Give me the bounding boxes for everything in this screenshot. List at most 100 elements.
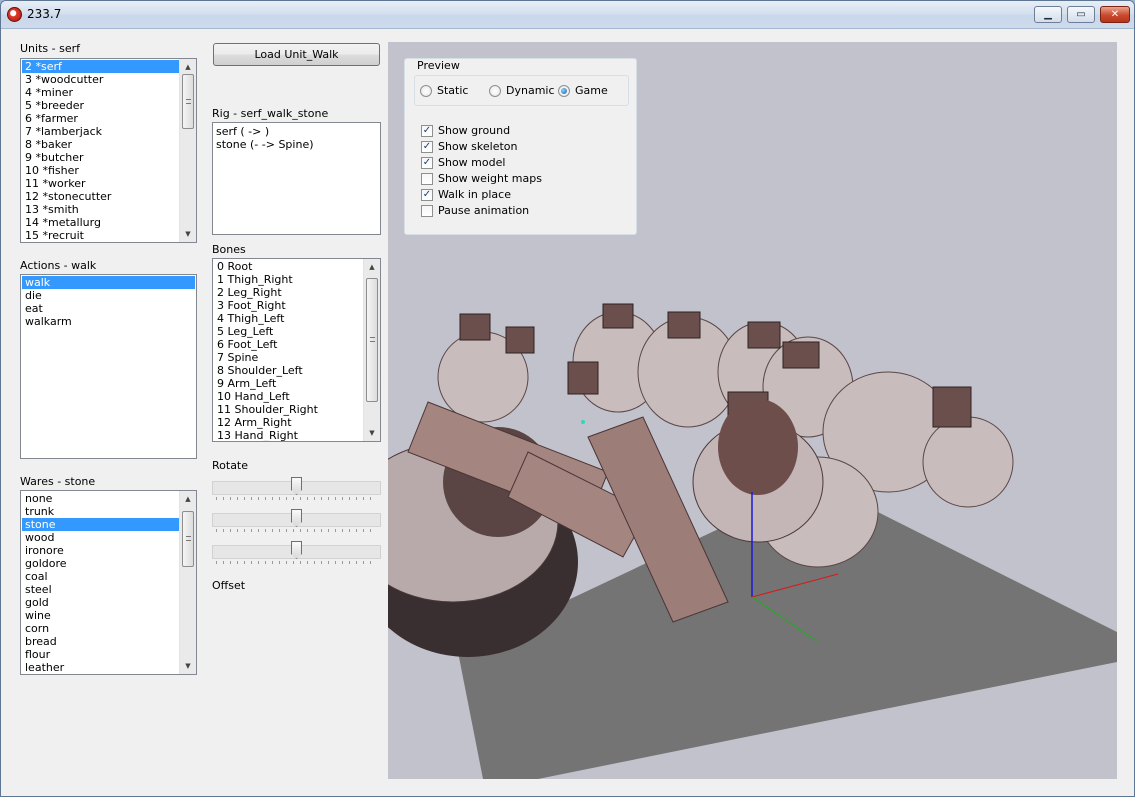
units-list-item[interactable]: 15 *recruit: [22, 229, 179, 242]
offset-label: Offset: [212, 579, 246, 592]
rig-line: serf ( -> ): [216, 125, 270, 138]
bones-list-item[interactable]: 8 Shoulder_Left: [214, 364, 363, 377]
checkbox-box: [421, 204, 433, 217]
units-items: 2 *serf 3 *woodcutter 4 *miner 5 *breeder 6 …: [22, 60, 179, 242]
preview-title: Preview: [414, 59, 463, 72]
units-list-item[interactable]: 7 *lamberjack: [22, 125, 179, 138]
bones-list-item[interactable]: 11 Shoulder_Right: [214, 403, 363, 416]
serf-hat: [459, 313, 491, 341]
wares-list-item[interactable]: corn: [22, 622, 179, 635]
close-button[interactable]: ✕: [1100, 6, 1130, 23]
actions-list-item[interactable]: eat: [22, 302, 195, 315]
wares-list-item[interactable]: none: [22, 492, 179, 505]
bones-list-item[interactable]: 6 Foot_Left: [214, 338, 363, 351]
actions-label: Actions - walk: [20, 259, 97, 272]
wares-list-item[interactable]: trunk: [22, 505, 179, 518]
bones-scrollbar[interactable]: ▲ ▼: [363, 259, 380, 441]
units-list-item[interactable]: 5 *breeder: [22, 99, 179, 112]
close-icon: ✕: [1110, 9, 1120, 20]
units-list-item[interactable]: 10 *fisher: [22, 164, 179, 177]
bones-label: Bones: [212, 243, 246, 256]
minimize-icon: ▁: [1044, 9, 1052, 20]
wares-scrollbar[interactable]: ▲ ▼: [179, 491, 196, 674]
units-list-item[interactable]: 13 *smith: [22, 203, 179, 216]
bones-list-item[interactable]: 0 Root: [214, 260, 363, 273]
wares-list-item[interactable]: leather: [22, 661, 179, 674]
bones-list-item[interactable]: 1 Thigh_Right: [214, 273, 363, 286]
wares-list-item[interactable]: bread: [22, 635, 179, 648]
units-scroll-thumb[interactable]: [182, 74, 194, 129]
actions-list-item[interactable]: walk: [22, 276, 195, 289]
radio-game[interactable]: Game: [558, 84, 608, 97]
scroll-up-icon[interactable]: ▲: [180, 60, 196, 74]
wares-list-item[interactable]: wood: [22, 531, 179, 544]
bones-list-item[interactable]: 13 Hand_Right: [214, 429, 363, 441]
bones-list-item[interactable]: 9 Arm_Left: [214, 377, 363, 390]
units-list-item[interactable]: 14 *metallurg: [22, 216, 179, 229]
rig-label: Rig - serf_walk_stone: [212, 107, 329, 120]
checkbox-show-skeleton[interactable]: ✓ Show skeleton: [421, 140, 518, 153]
wares-items: none trunk stone wood ironore goldore coal stee…: [22, 492, 179, 674]
scroll-up-icon[interactable]: ▲: [180, 492, 196, 506]
bones-list-item[interactable]: 2 Leg_Right: [214, 286, 363, 299]
radio-dot: [489, 84, 501, 97]
rig-textbox[interactable]: serf ( -> ) stone (- -> Spine): [212, 122, 381, 235]
bones-list-item[interactable]: 3 Foot_Right: [214, 299, 363, 312]
maximize-icon: ▭: [1076, 9, 1086, 20]
title-bar[interactable]: 233.7 ▁ ▭ ✕: [1, 1, 1134, 29]
bones-list-item[interactable]: 5 Leg_Left: [214, 325, 363, 338]
bones-list-item[interactable]: 4 Thigh_Left: [214, 312, 363, 325]
units-list-item[interactable]: 8 *baker: [22, 138, 179, 151]
wares-list-item[interactable]: stone: [22, 518, 179, 531]
units-listbox[interactable]: 2 *serf 3 *woodcutter 4 *miner 5 *breeder 6 …: [20, 58, 197, 243]
units-list-item[interactable]: 3 *woodcutter: [22, 73, 179, 86]
wares-list-item[interactable]: flour: [22, 648, 179, 661]
wares-list-item[interactable]: ironore: [22, 544, 179, 557]
checkbox-show-weight-maps[interactable]: Show weight maps: [421, 172, 542, 185]
radio-dynamic[interactable]: Dynamic: [489, 84, 555, 97]
wares-list-item[interactable]: coal: [22, 570, 179, 583]
scroll-up-icon[interactable]: ▲: [364, 260, 380, 274]
bones-listbox[interactable]: 0 Root 1 Thigh_Right 2 Leg_Right 3 Foot_Rig…: [212, 258, 381, 442]
checkbox-show-ground[interactable]: ✓ Show ground: [421, 124, 510, 137]
units-list-item[interactable]: 9 *butcher: [22, 151, 179, 164]
checkbox-pause-animation[interactable]: Pause animation: [421, 204, 529, 217]
units-scrollbar[interactable]: ▲ ▼: [179, 59, 196, 242]
units-list-item[interactable]: 11 *worker: [22, 177, 179, 190]
window-title: 233.7: [27, 7, 62, 21]
bones-list-item[interactable]: 12 Arm_Right: [214, 416, 363, 429]
rotate-slider-z[interactable]: [212, 540, 381, 564]
bones-items: 0 Root 1 Thigh_Right 2 Leg_Right 3 Foot_Rig…: [214, 260, 363, 441]
wares-list-item[interactable]: gold: [22, 596, 179, 609]
checkbox-box: ✓: [421, 156, 433, 169]
load-unit-button[interactable]: Load Unit_Walk: [213, 43, 380, 66]
bones-list-item[interactable]: 10 Hand_Left: [214, 390, 363, 403]
bones-scroll-thumb[interactable]: [366, 278, 378, 402]
units-list-item[interactable]: 12 *stonecutter: [22, 190, 179, 203]
wares-scroll-thumb[interactable]: [182, 511, 194, 567]
maximize-button[interactable]: ▭: [1067, 6, 1095, 23]
units-list-item[interactable]: 2 *serf: [22, 60, 179, 73]
scroll-down-icon[interactable]: ▼: [364, 426, 380, 440]
scroll-down-icon[interactable]: ▼: [180, 227, 196, 241]
minimize-button[interactable]: ▁: [1034, 6, 1062, 23]
bones-list-item[interactable]: 7 Spine: [214, 351, 363, 364]
actions-list-item[interactable]: die: [22, 289, 195, 302]
rotate-slider-x[interactable]: [212, 476, 381, 500]
rotate-slider-y[interactable]: [212, 508, 381, 532]
app-icon[interactable]: [7, 7, 22, 22]
radio-dot: [558, 84, 570, 97]
units-list-item[interactable]: 6 *farmer: [22, 112, 179, 125]
radio-static[interactable]: Static: [420, 84, 468, 97]
3d-viewport[interactable]: Preview Static Dynamic Game ✓ Show ground…: [388, 42, 1117, 779]
checkbox-show-model[interactable]: ✓ Show model: [421, 156, 505, 169]
wares-list-item[interactable]: steel: [22, 583, 179, 596]
units-list-item[interactable]: 4 *miner: [22, 86, 179, 99]
actions-listbox[interactable]: walk die eat walkarm: [20, 274, 197, 459]
wares-listbox[interactable]: none trunk stone wood ironore goldore coal stee…: [20, 490, 197, 675]
wares-list-item[interactable]: wine: [22, 609, 179, 622]
wares-list-item[interactable]: goldore: [22, 557, 179, 570]
actions-list-item[interactable]: walkarm: [22, 315, 195, 328]
checkbox-walk-in-place[interactable]: ✓ Walk in place: [421, 188, 511, 201]
scroll-down-icon[interactable]: ▼: [180, 659, 196, 673]
